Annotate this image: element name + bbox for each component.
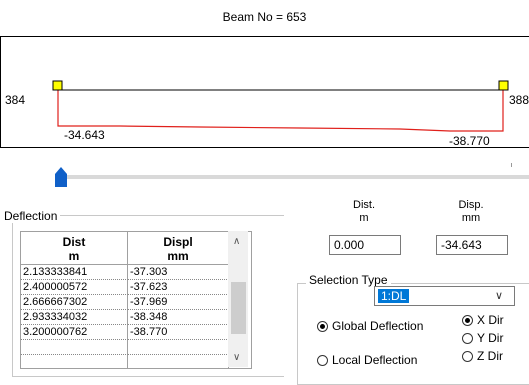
cell-displ[interactable]: -37.303 [128,265,229,280]
global-deflection-radio[interactable] [317,321,328,332]
disp-header: Disp. mm [458,199,484,224]
table-row[interactable]: 2.933334032 -38.348 [21,310,229,325]
scroll-up-icon[interactable]: ∧ [233,236,240,247]
dist-input[interactable]: 0.000 [329,235,401,255]
deflection-table[interactable]: Dist m Displ mm 2.133333841 -37.303 2.400000… [20,231,252,369]
start-deflection-label: -34.643 [64,128,105,142]
cell-displ[interactable]: -37.969 [128,295,229,310]
start-node-marker [52,80,63,91]
z-dir-radio[interactable] [462,351,473,362]
x-dir-radio[interactable] [462,315,473,326]
table-row[interactable] [21,355,229,368]
table-row[interactable]: 2.133333841 -37.303 [21,265,229,280]
deflection-group-label: Deflection [4,209,61,223]
cell-dist[interactable]: 3.200000762 [21,325,128,340]
scroll-down-icon[interactable]: ∨ [233,352,240,363]
cell-displ[interactable]: -38.770 [128,325,229,340]
chevron-down-icon[interactable]: ∨ [495,289,503,302]
column-header-displ[interactable]: Displ mm [128,232,229,265]
load-case-value[interactable]: 1:DL [378,289,410,303]
end-node-marker [498,80,509,91]
slider-tick [511,163,512,167]
cell-displ[interactable] [128,340,229,355]
z-dir-label[interactable]: Z Dir [477,349,503,363]
position-slider-track[interactable] [57,175,529,179]
cell-dist[interactable]: 2.400000572 [21,280,128,295]
cell-dist[interactable]: 2.133333841 [21,265,128,280]
cell-displ[interactable]: -37.623 [128,280,229,295]
beam-title: Beam No = 653 [222,10,307,24]
position-slider-thumb[interactable] [54,166,68,188]
table-row[interactable] [21,340,229,355]
x-dir-label[interactable]: X Dir [477,313,504,327]
cell-displ[interactable] [128,355,229,368]
y-dir-radio[interactable] [462,333,473,344]
table-row[interactable]: 2.400000572 -37.623 [21,280,229,295]
cell-dist[interactable]: 2.666667302 [21,295,128,310]
deflection-curve [57,90,504,132]
cell-dist[interactable] [21,340,128,355]
table-row[interactable]: 3.200000762 -38.770 [21,325,229,340]
cell-displ[interactable]: -38.348 [128,310,229,325]
column-header-dist[interactable]: Dist m [21,232,128,265]
disp-input[interactable]: -34.643 [436,235,508,255]
end-deflection-label: -38.770 [449,134,490,148]
y-dir-label[interactable]: Y Dir [477,331,503,345]
selection-type-label: Selection Type [306,273,391,287]
end-node-label: 388 [509,93,529,107]
table-row[interactable]: 2.666667302 -37.969 [21,295,229,310]
local-deflection-radio[interactable] [317,355,328,366]
local-deflection-label[interactable]: Local Deflection [332,353,417,367]
global-deflection-label[interactable]: Global Deflection [332,319,423,333]
table-scrollbar-thumb[interactable] [231,282,246,334]
dist-header: Dist. m [353,199,375,224]
start-node-label: 384 [5,93,26,107]
cell-dist[interactable] [21,355,128,368]
cell-dist[interactable]: 2.933334032 [21,310,128,325]
